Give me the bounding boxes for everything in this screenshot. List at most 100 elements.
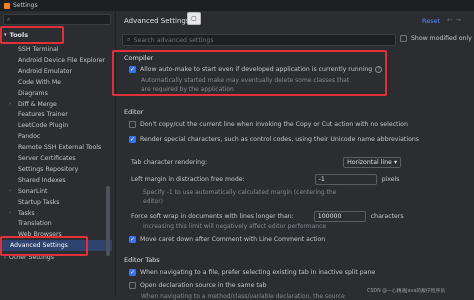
search-icon: ⌕ <box>7 16 11 23</box>
sidebar-item[interactable]: Server Certificates <box>0 153 112 164</box>
section-title-editor: Editor <box>124 108 144 116</box>
checkbox-label: When navigating to a file, prefer select… <box>140 269 376 276</box>
sidebar-item[interactable]: Startup Tasks <box>0 197 112 208</box>
soft-wrap-hint: Increasing this limit will negatively af… <box>143 223 327 230</box>
sidebar-search-input[interactable]: ⌕ <box>3 14 111 25</box>
forward-arrow-icon[interactable]: → <box>455 16 463 24</box>
checkbox-box[interactable]: ✓ <box>129 136 136 143</box>
advanced-settings-search-input[interactable]: ⌕ Search advanced settings <box>122 34 396 46</box>
sidebar-item[interactable]: › SonarLint <box>0 186 112 197</box>
sidebar-item[interactable]: Code With Me <box>0 77 112 88</box>
sidebar-item-label: Tools <box>9 31 29 39</box>
tab-rendering-dropdown[interactable]: Horizontal line ▾ <box>343 157 402 168</box>
help-icon[interactable]: ? <box>375 66 383 73</box>
sidebar-item[interactable]: Android Device File Explorer <box>0 55 112 66</box>
comment-icon: ▢ <box>187 12 201 25</box>
sidebar-item-label: SSH Terminal <box>18 46 59 53</box>
left-margin-hint-2: editor) <box>143 198 163 205</box>
checkbox-label: Allow auto-make to start even if develop… <box>140 66 373 73</box>
open-declaration-hint: When navigating to a method/class/variab… <box>141 293 345 300</box>
render-special-chars-checkbox[interactable]: ✓ Render special characters, such as con… <box>129 136 419 143</box>
open-declaration-same-tab-checkbox[interactable]: Open declaration source in the same tab <box>129 282 267 289</box>
checkbox-box[interactable] <box>129 282 136 289</box>
sidebar-item[interactable]: Settings Repository <box>0 164 112 175</box>
left-margin-row: Left margin in distraction free mode: -1… <box>131 174 400 185</box>
sidebar-item-label: Code With Me <box>18 78 61 86</box>
left-margin-input[interactable]: -1 <box>314 174 377 185</box>
chevron-right-icon: › <box>9 188 11 195</box>
sidebar-item[interactable]: Diagrams <box>0 88 112 99</box>
auto-make-hint: Automatically started make may eventuall… <box>141 77 350 84</box>
sidebar-item[interactable]: › Diff & Merge <box>0 99 112 110</box>
sidebar-item-label: SonarLint <box>18 187 48 195</box>
checkbox-label: Move caret down after Comment with Line … <box>140 236 326 243</box>
sidebar-item-label: Advanced Settings <box>10 242 68 249</box>
reset-link[interactable]: Reset <box>422 17 440 25</box>
checkbox-box[interactable]: ✓ <box>129 66 136 73</box>
sidebar-item[interactable]: Translation <box>0 218 112 229</box>
checkbox-box[interactable] <box>400 35 407 42</box>
sidebar-item-label: Tasks <box>18 209 35 217</box>
advanced-settings-panel: Advanced Settings ▢ Reset ←→ ⌕ Search ad… <box>117 11 474 300</box>
sidebar-item-label: Android Emulator <box>18 67 73 75</box>
auto-make-checkbox[interactable]: ✓ Allow auto-make to start even if devel… <box>129 66 383 73</box>
search-placeholder: Search advanced settings <box>133 36 214 44</box>
sidebar-item-tools[interactable]: ▾ Tools <box>0 29 112 41</box>
section-title-compiler: Compiler <box>124 54 154 62</box>
title-bar: Settings <box>0 0 474 11</box>
sidebar-item[interactable]: Web Browsers <box>0 229 112 240</box>
sidebar-item-label: Remote SSH External Tools <box>18 144 102 152</box>
navigate-existing-tab-checkbox[interactable]: ✓ When navigating to a file, prefer sele… <box>129 269 375 276</box>
tab-rendering-row: Tab character rendering: Horizontal line… <box>131 157 402 168</box>
sidebar-item-label: Web Browsers <box>18 231 62 239</box>
sidebar-item[interactable]: Features Trainer <box>0 109 112 120</box>
sidebar-item-label: Translation <box>18 220 52 228</box>
checkbox-label: Don't copy/cut the current line when inv… <box>140 121 408 128</box>
sidebar-item-advanced-settings[interactable]: Advanced Settings <box>0 240 112 251</box>
sidebar-item-label: Other Settings <box>9 254 54 261</box>
window-title: Settings <box>13 2 38 9</box>
watermark: CSDN @一心精通Java的靓仔程序员 <box>367 289 446 294</box>
left-margin-unit: pixels <box>381 176 400 183</box>
sidebar-item[interactable]: Shared Indexes <box>0 175 112 186</box>
checkbox-box[interactable] <box>129 121 136 128</box>
soft-wrap-input[interactable]: 100000 <box>313 211 366 222</box>
sidebar-item-label: LeetCode Plugin <box>18 122 69 130</box>
settings-window: Settings ⌕ ▾ Tools SSH Terminal Android D… <box>0 0 474 300</box>
soft-wrap-unit: characters <box>370 213 404 220</box>
search-icon: ⌕ <box>127 36 131 43</box>
soft-wrap-label: Force soft wrap in documents with lines … <box>131 213 294 220</box>
chevron-down-icon: ▾ <box>394 159 398 166</box>
chevron-right-icon: › <box>9 101 11 107</box>
checkbox-box[interactable]: ✓ <box>129 236 136 243</box>
sidebar-item-label: Pandoc <box>18 133 41 141</box>
sidebar-item[interactable]: Pandoc <box>0 131 112 142</box>
sidebar-item[interactable]: LeetCode Plugin <box>0 120 112 131</box>
sidebar-item[interactable]: Android Emulator <box>0 66 112 77</box>
move-caret-checkbox[interactable]: ✓ Move caret down after Comment with Lin… <box>129 236 325 243</box>
sidebar-item-other-settings[interactable]: › Other Settings <box>0 252 112 263</box>
show-modified-only-checkbox[interactable]: Show modified only <box>400 35 472 42</box>
sidebar-item-label: Features Trainer <box>18 111 68 119</box>
dont-copy-cut-checkbox[interactable]: Don't copy/cut the current line when inv… <box>129 121 408 128</box>
section-title-editor-tabs: Editor Tabs <box>124 256 160 264</box>
checkbox-box[interactable]: ✓ <box>129 269 136 276</box>
sidebar-scrollbar[interactable] <box>106 186 110 256</box>
sidebar-item-label: Settings Repository <box>18 165 79 173</box>
sidebar-item-label: Diff & Merge <box>18 100 57 108</box>
left-margin-hint: Specify -1 to use automatically calculat… <box>143 189 337 196</box>
sidebar-item-label: Android Device File Explorer <box>18 56 106 64</box>
auto-make-hint-2: are required by the application <box>141 86 234 93</box>
sidebar-item[interactable]: SSH Terminal <box>0 44 112 55</box>
chevron-right-icon: › <box>4 254 6 261</box>
app-icon <box>4 2 10 9</box>
soft-wrap-row: Force soft wrap in documents with lines … <box>131 211 404 222</box>
chevron-right-icon: › <box>9 210 11 216</box>
checkbox-label: Open declaration source in the same tab <box>140 282 267 289</box>
chevron-down-icon: ▾ <box>4 32 7 38</box>
sidebar-item-label: Diagrams <box>18 89 48 97</box>
checkbox-label: Show modified only <box>411 35 472 42</box>
sidebar-item[interactable]: Remote SSH External Tools <box>0 142 112 153</box>
sidebar-item[interactable]: › Tasks <box>0 208 112 219</box>
sidebar-item-label: Server Certificates <box>18 155 76 162</box>
